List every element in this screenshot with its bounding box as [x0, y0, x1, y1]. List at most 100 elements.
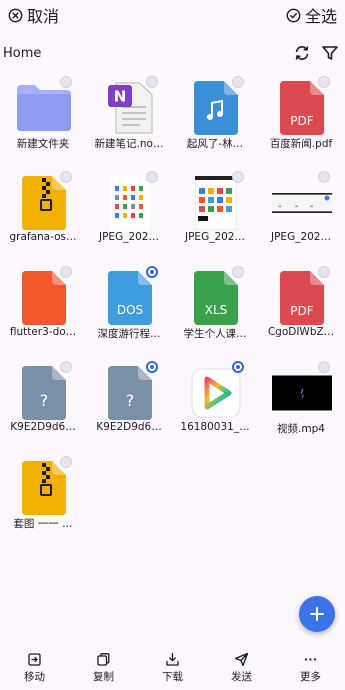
file-name: CgoDIWbZ…	[267, 326, 335, 338]
file-name: 深度游行程…	[97, 328, 161, 340]
top-bar: 取消 全选	[0, 0, 345, 30]
unknown-file-icon: ?	[100, 365, 160, 421]
select-checkbox[interactable]	[318, 76, 330, 88]
onenote-file-icon: N	[100, 80, 160, 136]
cancel-button[interactable]: 取消	[8, 3, 59, 27]
file-item[interactable]: PDF CgoDIWbZ…	[258, 266, 344, 361]
doc-file-icon: DOS	[100, 270, 160, 326]
bottom-nav-label: 移动	[24, 671, 45, 683]
file-name: 新建文件夹	[16, 138, 70, 150]
file-name: 视频.mp4	[277, 423, 325, 435]
send-icon	[234, 652, 249, 667]
svg-text:N: N	[114, 88, 127, 106]
xls-file-icon: XLS	[186, 270, 246, 326]
file-item[interactable]: 视频.mp4	[258, 361, 344, 456]
file-item[interactable]: 16180031_…	[172, 361, 258, 456]
file-item[interactable]: JPEG_202…	[86, 171, 172, 266]
select-checkbox[interactable]	[60, 456, 72, 468]
file-item[interactable]: ? K9E2D9d6…	[0, 361, 86, 456]
pdf-file-icon: PDF	[272, 270, 332, 326]
svg-text:PDF: PDF	[290, 304, 313, 318]
file-name: K9E2D9d6…	[96, 421, 162, 433]
file-name: 起风了-林…	[186, 138, 244, 150]
download-button[interactable]: 下载	[138, 652, 207, 690]
file-name: flutter3-do…	[9, 326, 77, 338]
plus-icon	[308, 605, 326, 623]
cancel-label: 取消	[27, 7, 60, 26]
select-checkbox[interactable]	[318, 171, 330, 183]
close-circle-icon	[8, 8, 23, 23]
select-checkbox[interactable]	[318, 361, 330, 373]
copy-button[interactable]: 复制	[69, 652, 138, 690]
select-checkbox[interactable]	[60, 266, 72, 278]
select-checkbox[interactable]	[146, 266, 158, 278]
select-all-button[interactable]: 全选	[286, 3, 337, 27]
svg-text:DOS: DOS	[117, 303, 143, 317]
video-player-app-icon	[186, 365, 246, 421]
svg-text:PDF: PDF	[290, 114, 313, 128]
select-checkbox[interactable]	[232, 171, 244, 183]
file-name: 学生个人课…	[183, 328, 247, 340]
move-button[interactable]: 移动	[0, 652, 69, 690]
image-thumbnail	[272, 175, 332, 231]
unknown-file-icon: ?	[14, 365, 74, 421]
bottom-nav-label: 更多	[300, 671, 321, 683]
file-item[interactable]: 新建文件夹	[0, 76, 86, 171]
select-checkbox[interactable]	[60, 171, 72, 183]
image-thumbnail	[186, 175, 246, 231]
add-button[interactable]	[299, 596, 335, 632]
select-checkbox[interactable]	[60, 76, 72, 88]
file-name: 16180031_…	[180, 421, 250, 433]
more-icon	[303, 652, 318, 667]
file-name: grafana-os…	[9, 231, 77, 243]
download-icon	[165, 652, 180, 667]
file-name: JPEG_202…	[99, 231, 159, 243]
file-item[interactable]: 套图 一一 …	[0, 456, 86, 551]
copy-icon	[96, 652, 111, 667]
bottom-nav-label: 下载	[162, 671, 183, 683]
file-item[interactable]: JPEG_202…	[172, 171, 258, 266]
file-name: JPEG_202…	[185, 231, 245, 243]
select-checkbox[interactable]	[146, 361, 158, 373]
breadcrumb[interactable]: Home	[3, 46, 41, 61]
more-button[interactable]: 更多	[276, 652, 345, 690]
select-all-label: 全选	[304, 7, 337, 26]
select-checkbox[interactable]	[60, 361, 72, 373]
path-actions	[293, 44, 339, 62]
zip-file-icon	[14, 460, 74, 516]
file-item[interactable]: 起风了-林…	[172, 76, 258, 171]
zip-file-icon	[14, 175, 74, 231]
refresh-icon[interactable]	[293, 44, 311, 62]
svg-text:XLS: XLS	[205, 303, 228, 317]
code-file-icon	[14, 270, 74, 326]
select-checkbox[interactable]	[146, 76, 158, 88]
select-checkbox[interactable]	[232, 361, 244, 373]
file-item[interactable]: DOS 深度游行程…	[86, 266, 172, 361]
select-checkbox[interactable]	[318, 266, 330, 278]
file-name: 百度新闻.pdf	[269, 138, 333, 150]
select-checkbox[interactable]	[232, 266, 244, 278]
filter-icon[interactable]	[321, 44, 339, 62]
svg-text:?: ?	[40, 391, 49, 410]
pdf-file-icon: PDF	[272, 80, 332, 136]
select-checkbox[interactable]	[232, 76, 244, 88]
send-button[interactable]: 发送	[207, 652, 276, 690]
check-circle-icon	[286, 8, 301, 23]
path-bar: Home	[0, 38, 345, 68]
image-thumbnail	[100, 175, 160, 231]
file-item[interactable]: JPEG_202…	[258, 171, 344, 266]
music-file-icon	[186, 80, 246, 136]
file-item[interactable]: PDF 百度新闻.pdf	[258, 76, 344, 171]
bottom-nav-label: 复制	[93, 671, 114, 683]
file-item[interactable]: flutter3-do…	[0, 266, 86, 361]
file-name: 套图 一一 …	[13, 518, 73, 530]
file-item[interactable]: N 新建笔记.no…	[86, 76, 172, 171]
file-item[interactable]: XLS 学生个人课…	[172, 266, 258, 361]
bottom-action-bar: 移动 复制 下载 发送 更多	[0, 652, 345, 690]
svg-text:?: ?	[126, 391, 135, 410]
file-item[interactable]: grafana-os…	[0, 171, 86, 266]
file-item[interactable]: ? K9E2D9d6…	[86, 361, 172, 456]
video-thumbnail	[272, 365, 332, 421]
select-checkbox[interactable]	[146, 171, 158, 183]
file-name: 新建笔记.no…	[94, 138, 164, 150]
